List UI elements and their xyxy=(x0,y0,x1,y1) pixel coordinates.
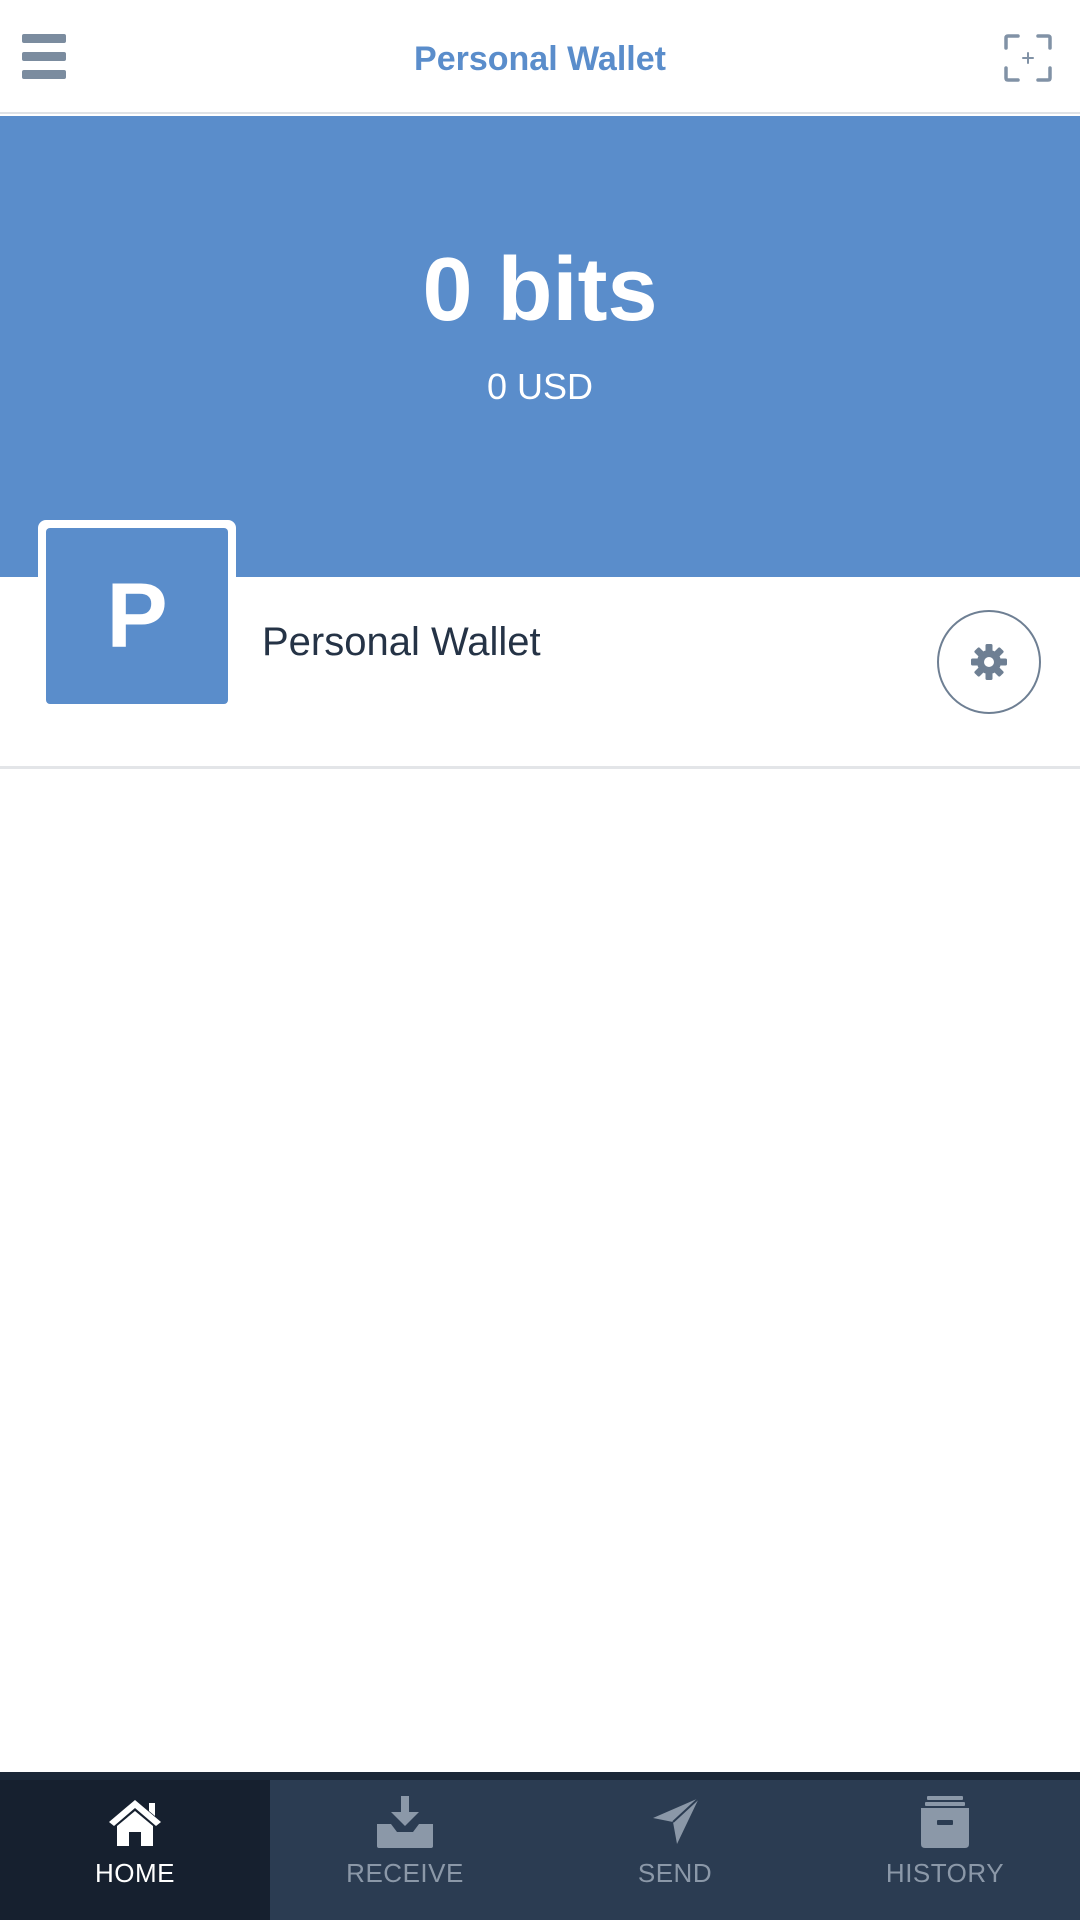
tab-receive-label: RECEIVE xyxy=(346,1858,464,1888)
tab-send-label: SEND xyxy=(637,1858,713,1888)
scan-icon[interactable] xyxy=(1004,34,1052,82)
receive-icon xyxy=(377,1796,433,1848)
tab-history-label: HISTORY xyxy=(885,1858,1005,1888)
wallet-avatar: P xyxy=(38,520,236,712)
balance-amount: 0 bits xyxy=(422,240,658,340)
wallet-name: Personal Wallet xyxy=(262,620,541,664)
app-root: Personal Wallet 0 bits 0 USD P Personal … xyxy=(0,0,1080,1920)
tab-home-label: HOME xyxy=(95,1858,175,1888)
page-title: Personal Wallet xyxy=(414,40,666,78)
tab-send[interactable]: SEND xyxy=(540,1780,810,1920)
tab-history[interactable]: HISTORY xyxy=(810,1780,1080,1920)
balance-alternative: 0 USD xyxy=(486,366,594,407)
bottom-tab-bar: HOME RECEIVE SEND HISTORY xyxy=(0,1772,1080,1920)
tab-home[interactable]: HOME xyxy=(0,1780,270,1920)
home-icon xyxy=(109,1800,161,1846)
wallet-avatar-letter: P xyxy=(46,528,228,704)
top-bar: Personal Wallet xyxy=(0,0,1080,114)
balance-header: 0 bits 0 USD xyxy=(0,116,1080,577)
history-icon xyxy=(921,1796,969,1848)
gear-icon xyxy=(971,644,1007,680)
wallet-settings-button[interactable] xyxy=(937,610,1041,714)
tab-receive[interactable]: RECEIVE xyxy=(270,1780,540,1920)
send-icon xyxy=(653,1797,700,1844)
